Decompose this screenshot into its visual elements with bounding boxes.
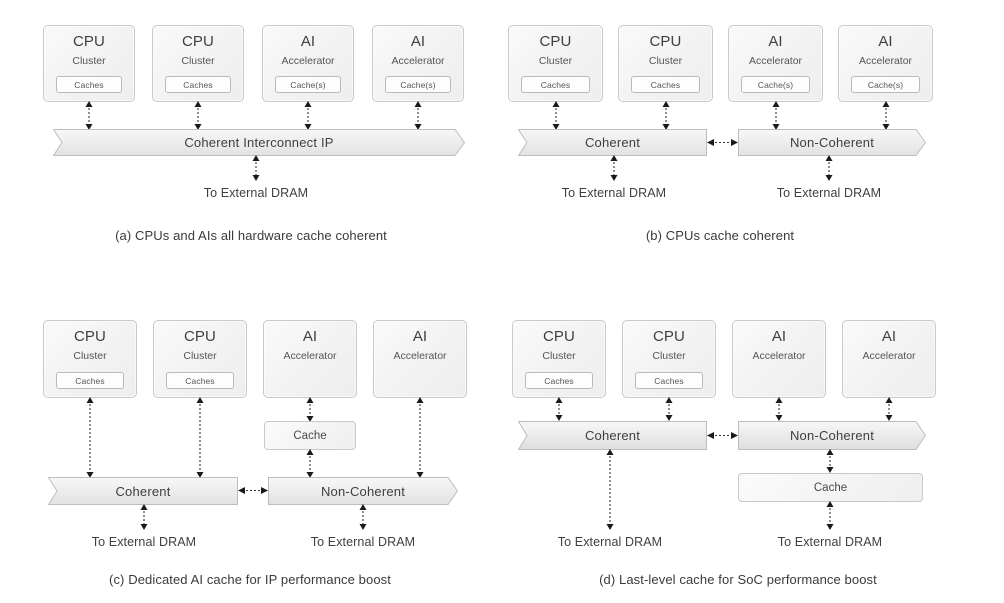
ip-block-subtitle: Cluster — [542, 350, 576, 362]
ip-block-subtitle: Cluster — [652, 350, 686, 362]
ip-block-cpu-cluster[interactable]: CPU Cluster Caches — [512, 320, 606, 398]
bidirectional-arrow — [604, 449, 616, 530]
ip-block-title: CPU — [543, 328, 575, 345]
non-coherent-bus[interactable]: Non-Coherent — [738, 421, 926, 450]
dram-label: To External DRAM — [777, 535, 883, 549]
bidirectional-arrow — [663, 397, 675, 421]
bidirectional-arrow — [553, 397, 565, 421]
cache-sub-box: Caches — [525, 372, 593, 389]
coherent-bus[interactable]: Coherent — [518, 421, 707, 450]
bidirectional-arrow — [824, 501, 836, 530]
bus-link-arrow — [707, 429, 738, 442]
last-level-cache[interactable]: Cache — [738, 473, 923, 502]
dram-label: To External DRAM — [557, 535, 663, 549]
ip-block-subtitle: Accelerator — [862, 350, 916, 362]
ip-block-ai-accelerator[interactable]: AI Accelerator — [842, 320, 936, 398]
ip-block-cpu-cluster[interactable]: CPU Cluster Caches — [622, 320, 716, 398]
bidirectional-arrow — [883, 397, 895, 421]
panel-caption: (d) Last-level cache for SoC performance… — [599, 572, 877, 587]
ip-block-ai-accelerator[interactable]: AI Accelerator — [732, 320, 826, 398]
ip-block-title: AI — [771, 328, 787, 345]
panel-d: CPU Cluster Caches CPU Cluster Caches AI… — [0, 0, 1004, 603]
cache-sub-box: Caches — [635, 372, 703, 389]
bidirectional-arrow — [773, 397, 785, 421]
ip-block-subtitle: Accelerator — [752, 350, 806, 362]
bidirectional-arrow — [824, 449, 836, 473]
ip-block-title: CPU — [653, 328, 685, 345]
ip-block-title: AI — [881, 328, 897, 345]
